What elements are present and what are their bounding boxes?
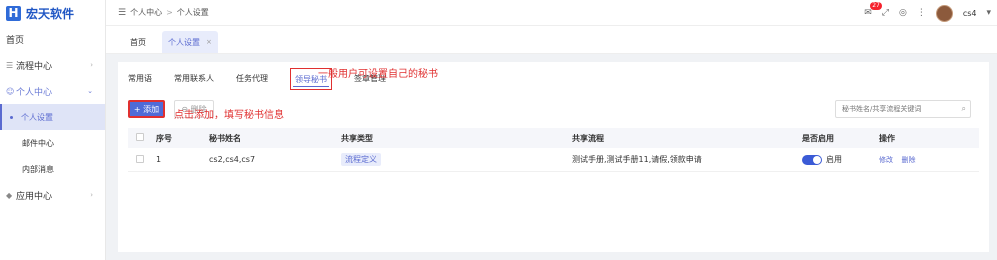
sidebar-item-label: 个人中心 [16, 87, 53, 98]
tab-personal-settings[interactable]: 个人设置 × [162, 31, 218, 53]
tab-label: 首页 [130, 37, 146, 47]
row-checkbox[interactable] [128, 154, 152, 165]
sidebar-item-flow-center[interactable]: ☰ 流程中心 › [0, 52, 105, 78]
app-icon: ◆ [6, 190, 13, 200]
column-header: 序号 [156, 133, 172, 143]
subtab-common-contacts[interactable]: 常用联系人 [174, 68, 214, 90]
tab-bar: 首页 个人设置 × [106, 26, 997, 54]
theme-icon[interactable]: ◎ [899, 8, 907, 18]
checkbox-icon[interactable] [136, 133, 144, 141]
search-icon[interactable]: ⌕ [962, 104, 966, 114]
checkbox-icon[interactable] [136, 154, 144, 163]
brand: H 宏天软件 [0, 0, 105, 26]
chevron-right-icon: › [90, 61, 93, 69]
sidebar-subitem-label: 内部消息 [22, 164, 54, 174]
edit-link[interactable]: 修改 [879, 156, 893, 164]
sidebar: H 宏天软件 首页 ☰ 流程中心 › ☺ 个人中心 ⌄ 个人设置 邮件中心 内部… [0, 0, 106, 260]
sidebar-subitem-mail-center[interactable]: 邮件中心 [0, 130, 105, 156]
column-header: 操作 [879, 133, 895, 143]
table-header: 序号 秘书姓名 共享类型 共享流程 是否启用 操作 [128, 128, 979, 148]
search-box[interactable]: ⌕ [835, 100, 971, 118]
row-index: 1 [156, 155, 162, 164]
breadcrumb-separator: > [166, 8, 173, 17]
breadcrumb-item: 个人设置 [176, 8, 209, 17]
chevron-down-icon: ⌄ [87, 87, 93, 95]
header-actions: ✉ 27 ⤢ ◎ ⋮ cs4 ▾ [864, 0, 991, 26]
brand-name: 宏天软件 [26, 6, 75, 21]
person-icon: ☺ [6, 86, 15, 96]
table-row[interactable]: 1 cs2,cs4,cs7 流程定义 测试手册,测试手册11,请假,领款申请 启… [128, 148, 979, 172]
fullscreen-icon[interactable]: ⤢ [882, 8, 889, 18]
shared-flows: 测试手册,测试手册11,请假,领款申请 [572, 155, 702, 164]
column-header: 共享流程 [572, 133, 604, 143]
caret-down-icon[interactable]: ▾ [986, 8, 991, 18]
sidebar-item-home[interactable]: 首页 [0, 26, 105, 52]
annotation-note: 点击添加，填写秘书信息 [174, 110, 284, 121]
notification-badge: 27 [870, 2, 882, 10]
enabled-label: 启用 [826, 155, 842, 164]
header: ☰ 个人中心 > 个人设置 ✉ 27 ⤢ ◎ ⋮ cs4 ▾ [106, 0, 997, 26]
more-icon[interactable]: ⋮ [917, 8, 926, 18]
share-type-tag: 流程定义 [341, 153, 381, 166]
sidebar-subitem-personal-settings[interactable]: 个人设置 [0, 104, 105, 130]
close-icon[interactable]: × [206, 38, 212, 46]
sidebar-item-label: 流程中心 [16, 61, 53, 72]
sidebar-item-label: 首页 [6, 35, 25, 46]
enabled-toggle[interactable] [802, 154, 822, 165]
column-header: 共享类型 [341, 133, 373, 143]
sidebar-item-personal-center[interactable]: ☺ 个人中心 ⌄ [0, 78, 105, 104]
sidebar-item-app-center[interactable]: ◆ 应用中心 › [0, 182, 105, 208]
delete-link[interactable]: 删除 [902, 156, 916, 164]
tab-label: 个人设置 [168, 37, 200, 47]
chevron-right-icon: › [90, 191, 93, 199]
secretary-table: 序号 秘书姓名 共享类型 共享流程 是否启用 操作 1 cs2,cs4,cs7 … [128, 128, 979, 172]
subtab-common-phrases[interactable]: 常用语 [128, 68, 152, 90]
sidebar-item-label: 应用中心 [16, 191, 53, 202]
flow-icon: ☰ [6, 60, 14, 70]
user-name[interactable]: cs4 [963, 9, 977, 18]
column-header: 是否启用 [802, 133, 834, 143]
sidebar-subitem-internal-messages[interactable]: 内部消息 [0, 156, 105, 182]
tab-home[interactable]: 首页 [124, 31, 152, 53]
share-type: 流程定义 [337, 153, 568, 166]
app: H 宏天软件 首页 ☰ 流程中心 › ☺ 个人中心 ⌄ 个人设置 邮件中心 内部… [0, 0, 997, 260]
row-actions: 修改 删除 [875, 155, 979, 165]
sidebar-subitem-label: 个人设置 [21, 112, 53, 122]
add-button[interactable]: + 添加 [128, 100, 165, 118]
breadcrumb-item[interactable]: 个人中心 [130, 7, 162, 18]
enabled-cell: 启用 [798, 154, 875, 165]
menu-toggle-icon[interactable]: ☰ [118, 8, 126, 18]
annotation-note: 一般用户可设置自己的秘书 [318, 69, 438, 80]
sidebar-subitem-label: 邮件中心 [22, 138, 54, 148]
subtab-task-delegation[interactable]: 任务代理 [236, 68, 268, 90]
secretary-names: cs2,cs4,cs7 [209, 155, 256, 164]
search-input[interactable] [842, 105, 952, 113]
brand-logo-icon: H [6, 5, 21, 21]
active-dot-icon [10, 115, 13, 119]
message-icon[interactable]: ✉ 27 [864, 2, 882, 18]
header-checkbox[interactable] [128, 133, 152, 143]
main-panel: 常用语 常用联系人 任务代理 领导秘书 签章管理 一般用户可设置自己的秘书 + … [118, 62, 989, 252]
avatar[interactable] [935, 4, 953, 22]
column-header: 秘书姓名 [209, 133, 241, 143]
